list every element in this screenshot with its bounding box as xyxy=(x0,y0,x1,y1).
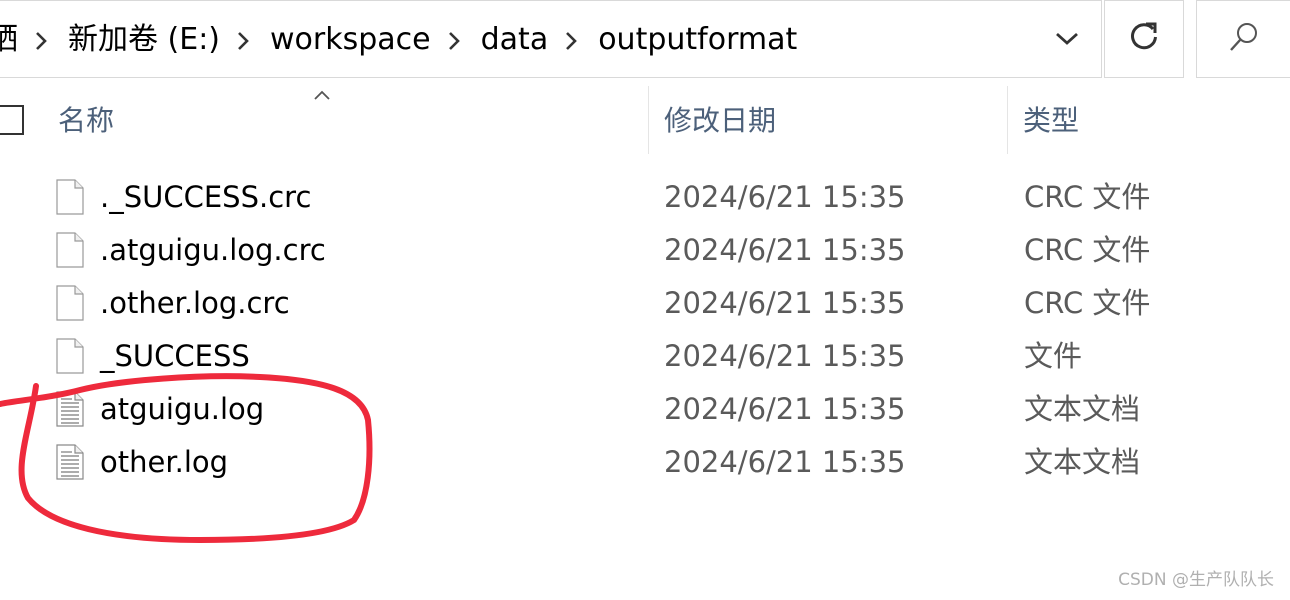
chevron-right-icon[interactable] xyxy=(439,25,475,55)
address-bar[interactable]: 硒 新加卷 (E:) workspace data outputformat xyxy=(0,0,1102,78)
file-row[interactable]: .other.log.crc 2024/6/21 15:35 CRC 文件 xyxy=(0,278,1290,331)
search-box[interactable] xyxy=(1196,0,1290,78)
sort-up-icon xyxy=(312,86,332,105)
breadcrumb-item-workspace[interactable]: workspace xyxy=(270,25,431,55)
file-name: .other.log.crc xyxy=(100,286,290,320)
file-type: 文本文档 xyxy=(1024,445,1141,479)
file-name: .atguigu.log.crc xyxy=(100,233,326,267)
file-name: _SUCCESS xyxy=(100,339,250,373)
breadcrumb: 硒 新加卷 (E:) workspace data outputformat xyxy=(0,1,797,79)
refresh-button[interactable] xyxy=(1104,0,1184,78)
text-file-icon xyxy=(56,444,84,480)
file-date: 2024/6/21 15:35 xyxy=(664,286,906,320)
select-all-checkbox[interactable] xyxy=(0,105,24,135)
column-header: 名称 修改日期 类型 xyxy=(0,86,1290,156)
file-type: CRC 文件 xyxy=(1024,233,1151,267)
column-divider[interactable] xyxy=(1007,86,1008,154)
file-type: CRC 文件 xyxy=(1024,286,1151,320)
file-row[interactable]: other.log 2024/6/21 15:35 文本文档 xyxy=(0,437,1290,490)
file-row[interactable]: _SUCCESS 2024/6/21 15:35 文件 xyxy=(0,331,1290,384)
breadcrumb-item-drive[interactable]: 新加卷 (E:) xyxy=(68,25,220,55)
file-date: 2024/6/21 15:35 xyxy=(664,339,906,373)
file-row[interactable]: .atguigu.log.crc 2024/6/21 15:35 CRC 文件 xyxy=(0,225,1290,278)
file-type: 文件 xyxy=(1024,339,1083,373)
file-row[interactable]: atguigu.log 2024/6/21 15:35 文本文档 xyxy=(0,384,1290,437)
file-type: 文本文档 xyxy=(1024,392,1141,426)
address-history-dropdown[interactable] xyxy=(1040,19,1094,63)
chevron-down-icon xyxy=(1055,31,1079,51)
file-date: 2024/6/21 15:35 xyxy=(664,233,906,267)
file-name: ._SUCCESS.crc xyxy=(100,180,312,214)
column-header-type[interactable]: 类型 xyxy=(1023,104,1079,138)
breadcrumb-item-data[interactable]: data xyxy=(481,25,549,55)
blank-file-icon xyxy=(56,232,84,268)
file-name: atguigu.log xyxy=(100,392,265,426)
breadcrumb-item-parent[interactable]: 硒 xyxy=(0,25,18,55)
file-type: CRC 文件 xyxy=(1024,180,1151,214)
file-list: ._SUCCESS.crc 2024/6/21 15:35 CRC 文件 .at… xyxy=(0,172,1290,490)
column-header-name[interactable]: 名称 xyxy=(58,104,114,138)
file-date: 2024/6/21 15:35 xyxy=(664,392,906,426)
file-date: 2024/6/21 15:35 xyxy=(664,180,906,214)
refresh-icon xyxy=(1127,20,1161,58)
chevron-right-icon[interactable] xyxy=(228,25,264,55)
file-row[interactable]: ._SUCCESS.crc 2024/6/21 15:35 CRC 文件 xyxy=(0,172,1290,225)
file-explorer-window: 硒 新加卷 (E:) workspace data outputformat 名… xyxy=(0,0,1290,600)
text-file-icon xyxy=(56,391,84,427)
file-name: other.log xyxy=(100,445,229,479)
file-date: 2024/6/21 15:35 xyxy=(664,445,906,479)
chevron-right-icon[interactable] xyxy=(26,25,62,55)
column-divider[interactable] xyxy=(648,86,649,154)
blank-file-icon xyxy=(56,179,84,215)
chevron-right-icon[interactable] xyxy=(556,25,592,55)
blank-file-icon xyxy=(56,285,84,321)
breadcrumb-item-current[interactable]: outputformat xyxy=(598,25,797,55)
blank-file-icon xyxy=(56,338,84,374)
column-header-date[interactable]: 修改日期 xyxy=(664,104,776,138)
watermark: CSDN @生产队队长 xyxy=(1118,570,1274,590)
search-icon xyxy=(1227,20,1261,58)
